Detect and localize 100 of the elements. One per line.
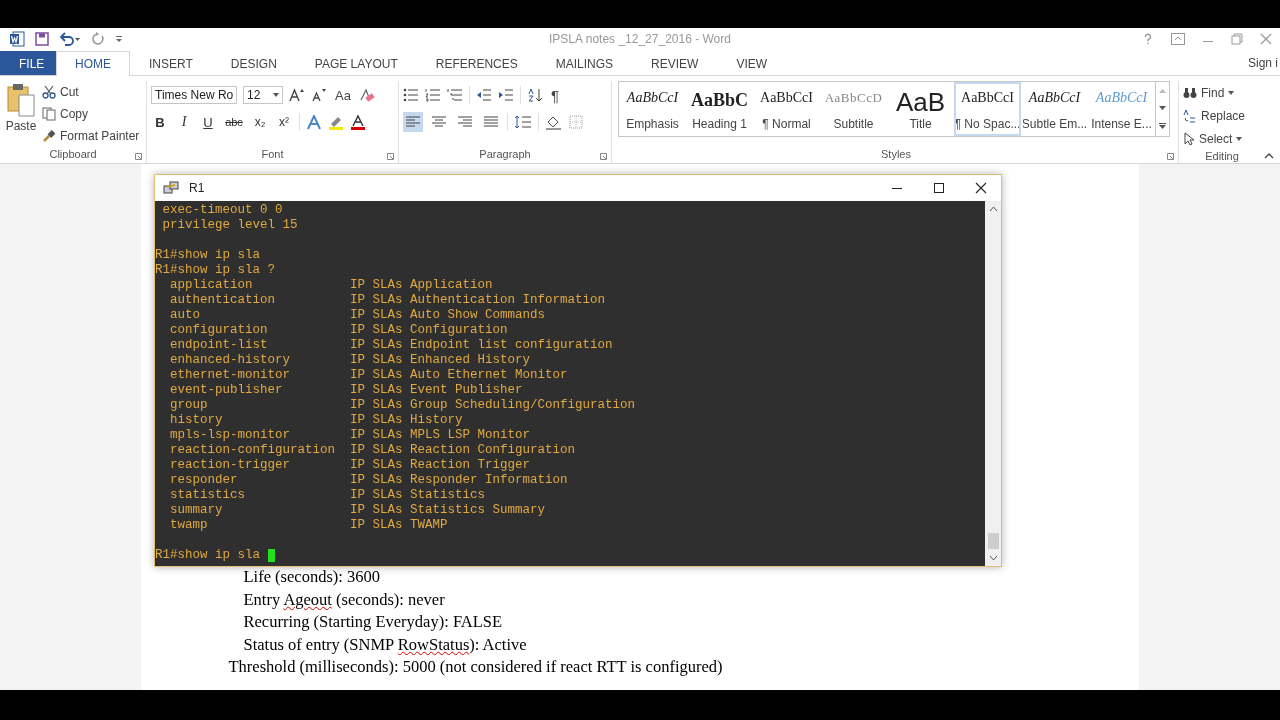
command-description: IP SLAs Statistics (350, 488, 486, 503)
eraser-icon[interactable] (358, 88, 375, 102)
dialog-launcher-icon[interactable] (1167, 153, 1174, 160)
dialog-launcher-icon[interactable] (387, 153, 394, 160)
terminal-title: R1 (189, 181, 205, 195)
document-text: Recurring (Starting Everyday): FALSE (243, 611, 503, 633)
numbering-icon[interactable] (425, 88, 441, 102)
command-name: twamp (170, 518, 209, 533)
scroll-down-icon[interactable] (988, 555, 998, 561)
show-marks-button[interactable]: ¶ (549, 86, 562, 104)
strike-button[interactable]: abc (223, 116, 245, 128)
ribbon-options-icon[interactable] (1171, 32, 1185, 45)
line-spacing-icon[interactable] (514, 115, 532, 129)
ribbon-tab[interactable]: MAILINGS (536, 51, 633, 75)
command-name: statistics (170, 488, 246, 503)
command-name: enhanced-history (170, 353, 292, 368)
group-label: Editing (1205, 149, 1239, 162)
file-tab[interactable]: FILE (0, 51, 56, 75)
close-icon[interactable] (975, 182, 987, 194)
ribbon-tab[interactable]: REVIEW (632, 51, 718, 75)
restore-icon[interactable] (1231, 32, 1243, 45)
ribbon-tab[interactable]: INSERT (130, 51, 212, 75)
highlighter-icon[interactable] (328, 114, 344, 130)
command-description: IP SLAs Reaction Configuration (350, 443, 576, 458)
text-cursor (267, 549, 275, 562)
command-name: group (170, 398, 209, 413)
shading-icon[interactable] (545, 114, 563, 130)
redo-icon[interactable] (91, 31, 105, 46)
command-description: IP SLAs Event Publisher (350, 383, 523, 398)
terminal-prompt: R1#show ip sla (155, 548, 261, 563)
style-option[interactable]: AaBbCcI ¶ Normal (753, 82, 820, 136)
gallery-scroll-control[interactable] (1155, 82, 1169, 136)
dialog-launcher-icon[interactable] (135, 153, 142, 160)
command-name: summary (170, 503, 224, 518)
style-option[interactable]: AaBbCcD Subtitle (820, 82, 887, 136)
change-case-button[interactable]: Aa (333, 87, 353, 103)
scroll-down-icon (1159, 106, 1166, 110)
window-title: IPSLA notes _12_27_2016 - Word (549, 31, 731, 46)
font-size-field[interactable]: 12 (243, 86, 283, 104)
style-option[interactable]: AaBbCcI Subtle Em... (1021, 82, 1088, 136)
font-color-icon[interactable] (350, 114, 366, 130)
format-painter-button[interactable]: Format Painter (42, 127, 140, 145)
dropdown-arrow-icon (1236, 137, 1243, 141)
replace-button[interactable]: Replace (1183, 107, 1261, 125)
style-option[interactable]: AaBbC Heading 1 (686, 82, 753, 136)
style-option[interactable]: AaBbCcI Emphasis (619, 82, 686, 136)
bullets-icon[interactable] (403, 88, 419, 102)
ribbon-tab[interactable]: PAGE LAYOUT (295, 51, 417, 75)
terminal-line: R1#show ip sla ? (155, 263, 276, 278)
ribbon-tab[interactable]: VIEW (717, 51, 787, 75)
paste-button[interactable]: Paste (4, 81, 38, 145)
align-left-button[interactable] (403, 112, 423, 132)
group-label: Clipboard (49, 148, 97, 160)
help-icon[interactable] (1142, 32, 1154, 45)
group-label: Styles (881, 148, 911, 160)
dialog-launcher-icon[interactable] (600, 153, 607, 160)
customize-toolbar-icon[interactable] (115, 33, 123, 44)
sub-button[interactable]: x₂ (251, 115, 269, 129)
align-right-icon (458, 116, 472, 128)
cut-button[interactable]: Cut (42, 83, 140, 101)
increase-indent-icon[interactable] (498, 88, 514, 102)
sort-icon[interactable] (527, 88, 543, 102)
select-button[interactable]: Select (1183, 130, 1261, 148)
bold-button[interactable]: B (151, 114, 169, 130)
shrink-font-icon[interactable] (311, 88, 327, 102)
underline-button[interactable]: U (199, 114, 217, 130)
document-text: Life (seconds): 3600 (243, 566, 381, 588)
find-button[interactable]: Find (1183, 84, 1261, 102)
undo-icon[interactable] (59, 31, 81, 46)
ribbon-tab[interactable]: REFERENCES (416, 51, 537, 75)
command-description: IP SLAs Enhanced History (350, 353, 531, 368)
sup-button[interactable]: x² (275, 115, 293, 129)
command-description: IP SLAs Configuration (350, 323, 508, 338)
text-effects-icon[interactable] (306, 114, 322, 130)
sign-in-link[interactable]: Sign i (1247, 56, 1278, 70)
group-label: Font (261, 148, 284, 160)
scrollbar-thumb[interactable] (987, 533, 999, 549)
copy-button[interactable]: Copy (42, 105, 140, 123)
paintbrush-icon (42, 129, 56, 143)
dropdown-arrow-icon (273, 93, 279, 97)
collapse-ribbon-icon[interactable] (1264, 153, 1274, 159)
terminal-line: privilege level 15 (161, 218, 298, 233)
decrease-indent-icon[interactable] (476, 88, 492, 102)
command-name: mpls-lsp-monitor (170, 428, 292, 443)
replace-icon (1183, 109, 1197, 123)
align-center-icon (432, 116, 446, 128)
ribbon-tab[interactable]: DESIGN (211, 51, 296, 75)
maximize-icon[interactable] (933, 182, 945, 194)
italic-button[interactable]: I (175, 114, 193, 130)
font-name-field[interactable]: Times New Ro (151, 86, 237, 104)
style-option[interactable]: AaB Title (887, 82, 954, 136)
ribbon-tab[interactable]: HOME (56, 51, 130, 76)
style-option[interactable]: AaBbCcI Intense E... (1088, 82, 1155, 136)
multilevel-list-icon[interactable] (447, 88, 463, 102)
command-description: IP SLAs History (350, 413, 463, 428)
grow-font-icon[interactable] (289, 88, 305, 102)
scroll-up-icon[interactable] (988, 206, 998, 212)
command-name: reaction-trigger (170, 458, 292, 473)
scrollbar[interactable] (985, 201, 1001, 566)
save-icon[interactable] (35, 31, 49, 46)
